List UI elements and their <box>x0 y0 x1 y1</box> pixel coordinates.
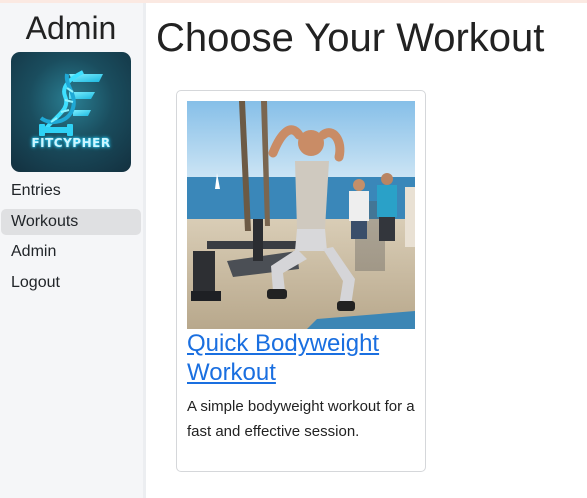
dna-dumbbell-icon <box>39 70 103 136</box>
sidebar-title: Admin <box>25 10 117 46</box>
workout-description: A simple bodyweight workout for a fast a… <box>187 398 415 440</box>
fitcypher-logo: FITCYPHER <box>11 52 131 172</box>
logo-wordmark: FITCYPHER <box>31 136 111 150</box>
sidebar-item-logout[interactable]: Logout <box>1 270 141 296</box>
sidebar-item-workouts[interactable]: Workouts <box>1 208 141 235</box>
sidebar-item-admin[interactable]: Admin <box>1 239 141 265</box>
workout-title-link[interactable]: Quick Bodyweight Workout <box>187 329 417 387</box>
workout-card: Quick Bodyweight Workout A simple bodywe… <box>176 90 426 472</box>
workout-card-image[interactable] <box>187 101 415 329</box>
sidebar-nav: Entries Workouts Admin Logout <box>1 178 141 300</box>
page-title: Choose Your Workout <box>156 16 545 60</box>
sidebar: Admin FITCYPHER Entries Workouts Admin L… <box>0 3 146 498</box>
sidebar-item-entries[interactable]: Entries <box>1 178 141 204</box>
